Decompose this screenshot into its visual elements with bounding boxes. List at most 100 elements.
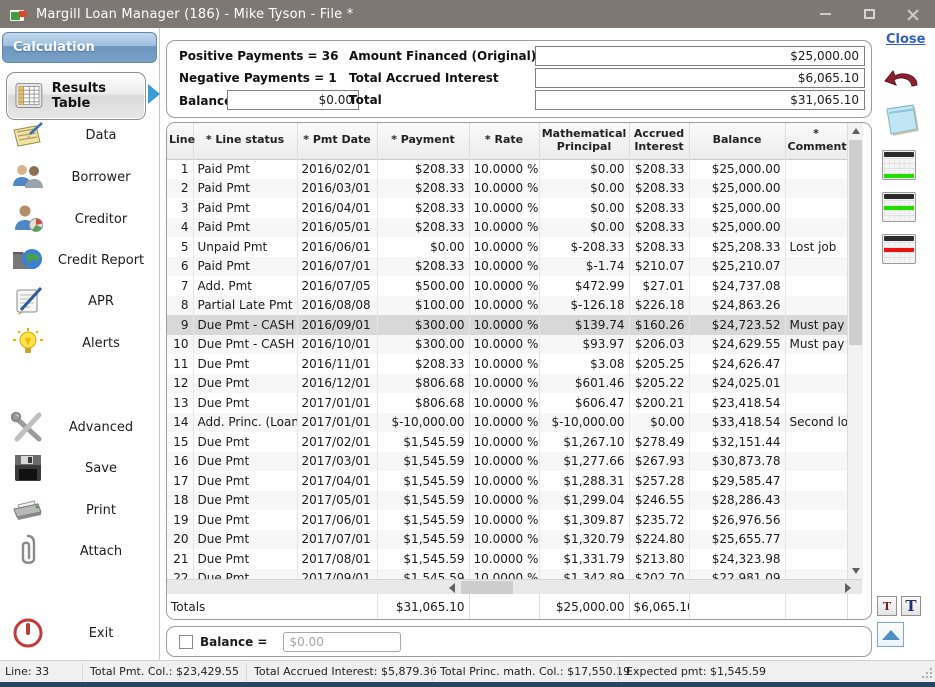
sidebar-item-attach[interactable]: Attach: [8, 531, 154, 571]
scroll-left-icon[interactable]: [449, 583, 455, 593]
calendar-green-middle-button[interactable]: [882, 192, 916, 222]
maximize-button[interactable]: [847, 0, 891, 28]
table-row[interactable]: 1Paid Pmt2016/02/01$208.3310.0000 %$0.00…: [167, 159, 847, 179]
notepad-button[interactable]: [880, 102, 924, 142]
text-large-button[interactable]: T: [901, 596, 921, 616]
table-row[interactable]: 2Paid Pmt2016/03/01$208.3310.0000 %$0.00…: [167, 179, 847, 199]
horizontal-scroll-thumb[interactable]: [461, 581, 513, 594]
table-row[interactable]: 20Due Pmt2017/07/01$1,545.5910.0000 %$1,…: [167, 530, 847, 550]
table-row[interactable]: 13Due Pmt2017/01/01$806.6810.0000 %$606.…: [167, 393, 847, 413]
table-row[interactable]: 6Paid Pmt2016/07/01$208.3310.0000 %$-1.7…: [167, 257, 847, 277]
balance-check-field[interactable]: $0.00: [283, 632, 401, 652]
balance-checkbox[interactable]: [179, 635, 193, 649]
sidebar-item-save[interactable]: Save: [8, 448, 154, 488]
calendar-green-bottom-button[interactable]: [882, 150, 916, 180]
table-row[interactable]: 5Unpaid Pmt2016/06/01$0.0010.0000 %$-208…: [167, 237, 847, 257]
table-row[interactable]: 9Due Pmt - CASH2016/09/01$300.0010.0000 …: [167, 315, 847, 335]
sidebar-item-apr[interactable]: APR: [8, 281, 154, 321]
vertical-scrollbar[interactable]: [847, 123, 863, 579]
col-header-date[interactable]: * Pmt Date: [297, 123, 377, 159]
col-header-status[interactable]: * Line status: [193, 123, 297, 159]
table-row[interactable]: 12Due Pmt2016/12/01$806.6810.0000 %$601.…: [167, 374, 847, 394]
col-header-line[interactable]: Line: [167, 123, 193, 159]
scroll-down-icon[interactable]: [852, 568, 860, 574]
app-logo-icon: [10, 7, 28, 22]
table-row[interactable]: 19Due Pmt2017/06/01$1,545.5910.0000 %$1,…: [167, 510, 847, 530]
col-header-rate[interactable]: * Rate: [469, 123, 539, 159]
calendar-red-middle-button[interactable]: [882, 234, 916, 264]
minimize-button[interactable]: [803, 0, 847, 28]
table-row[interactable]: 17Due Pmt2017/04/01$1,545.5910.0000 %$1,…: [167, 471, 847, 491]
close-window-button[interactable]: [891, 0, 935, 28]
cell-comment: [785, 530, 847, 550]
table-row[interactable]: 14Add. Princ. (Loan2017/01/01$-10,000.00…: [167, 413, 847, 433]
total-field[interactable]: $31,065.10: [535, 90, 865, 110]
table-row[interactable]: 18Due Pmt2017/05/01$1,545.5910.0000 %$1,…: [167, 491, 847, 511]
cell-date: 2017/07/01: [297, 530, 377, 550]
table-row[interactable]: 8Partial Late Pmt2016/08/08$100.0010.000…: [167, 296, 847, 316]
cell-rate: 10.0000 %: [469, 452, 539, 472]
sidebar-item-label: Borrower: [48, 170, 154, 185]
table-row[interactable]: 11Due Pmt2016/11/01$208.3310.0000 %$3.08…: [167, 354, 847, 374]
table-row[interactable]: 22Due Pmt2017/09/01$1,545.5910.0000 %$1,…: [167, 569, 847, 580]
table-row[interactable]: 15Due Pmt2017/02/01$1,545.5910.0000 %$1,…: [167, 432, 847, 452]
text-small-button[interactable]: T: [877, 596, 897, 616]
cell-rate: 10.0000 %: [469, 549, 539, 569]
cell-status: Add. Pmt: [193, 276, 297, 296]
cell-line: 20: [167, 530, 193, 550]
amount-financed-field[interactable]: $25,000.00: [535, 46, 865, 66]
cell-payment: $806.68: [377, 374, 469, 394]
sidebar-item-exit[interactable]: Exit: [8, 613, 154, 653]
resize-grip[interactable]: [921, 667, 933, 679]
scroll-right-icon[interactable]: [845, 583, 851, 593]
cell-payment: $1,545.59: [377, 510, 469, 530]
cell-date: 2016/02/01: [297, 159, 377, 179]
table-row[interactable]: 16Due Pmt2017/03/01$1,545.5910.0000 %$1,…: [167, 452, 847, 472]
power-icon: [8, 616, 48, 650]
col-header-payment[interactable]: * Payment: [377, 123, 469, 159]
total-accrued-interest-field[interactable]: $6,065.10: [535, 68, 865, 88]
table-row[interactable]: 3Paid Pmt2016/04/01$208.3310.0000 %$0.00…: [167, 198, 847, 218]
cell-interest: $202.70: [629, 569, 689, 580]
cell-rate: 10.0000 %: [469, 276, 539, 296]
undo-button[interactable]: [882, 64, 922, 96]
table-row[interactable]: 7Add. Pmt2016/07/05$500.0010.0000 %$472.…: [167, 276, 847, 296]
cell-status: Due Pmt: [193, 569, 297, 580]
sidebar-item-creditor[interactable]: Creditor: [8, 199, 154, 239]
horizontal-scrollbar[interactable]: [167, 579, 862, 594]
cell-rate: 10.0000 %: [469, 393, 539, 413]
sidebar-item-results-table[interactable]: Results Table: [6, 72, 146, 120]
cell-principal: $1,267.10: [539, 432, 629, 452]
document-pen-icon: [8, 284, 48, 318]
cell-rate: 10.0000 %: [469, 413, 539, 433]
close-link[interactable]: Close: [886, 32, 925, 47]
header-row: Line* Line status* Pmt Date* Payment* Ra…: [167, 123, 847, 159]
cell-date: 2016/05/01: [297, 218, 377, 238]
sidebar-item-credit-report[interactable]: Credit Report: [8, 240, 154, 280]
col-header-balance[interactable]: Balance: [689, 123, 785, 159]
sidebar-item-data[interactable]: Data: [8, 115, 154, 155]
col-header-interest[interactable]: Accrued Interest: [629, 123, 689, 159]
table-row[interactable]: 10Due Pmt - CASH2016/10/01$300.0010.0000…: [167, 335, 847, 355]
col-header-principal[interactable]: Mathematical Principal: [539, 123, 629, 159]
vertical-scroll-thumb[interactable]: [849, 140, 862, 345]
scroll-up-icon[interactable]: [852, 128, 860, 134]
results-table-body: 1Paid Pmt2016/02/01$208.3310.0000 %$0.00…: [167, 159, 847, 579]
cell-comment: [785, 257, 847, 277]
balance-field[interactable]: $0.00: [227, 90, 359, 110]
cell-line: 17: [167, 471, 193, 491]
cell-line: 19: [167, 510, 193, 530]
collapse-panel-button[interactable]: [877, 622, 904, 647]
sidebar-item-borrower[interactable]: Borrower: [8, 157, 154, 197]
col-header-comment[interactable]: * Comment: [785, 123, 847, 159]
cell-interest: $210.07: [629, 257, 689, 277]
cell-payment: $208.33: [377, 257, 469, 277]
sidebar-item-alerts[interactable]: Alerts: [8, 323, 154, 363]
sidebar-item-advanced[interactable]: Advanced: [8, 407, 154, 447]
cell-comment: [785, 354, 847, 374]
sidebar-item-print[interactable]: Print: [8, 490, 154, 530]
table-row[interactable]: 21Due Pmt2017/08/01$1,545.5910.0000 %$1,…: [167, 549, 847, 569]
table-row[interactable]: 4Paid Pmt2016/05/01$208.3310.0000 %$0.00…: [167, 218, 847, 238]
sidebar-header: Calculation: [2, 32, 157, 63]
cell-status: Due Pmt: [193, 530, 297, 550]
